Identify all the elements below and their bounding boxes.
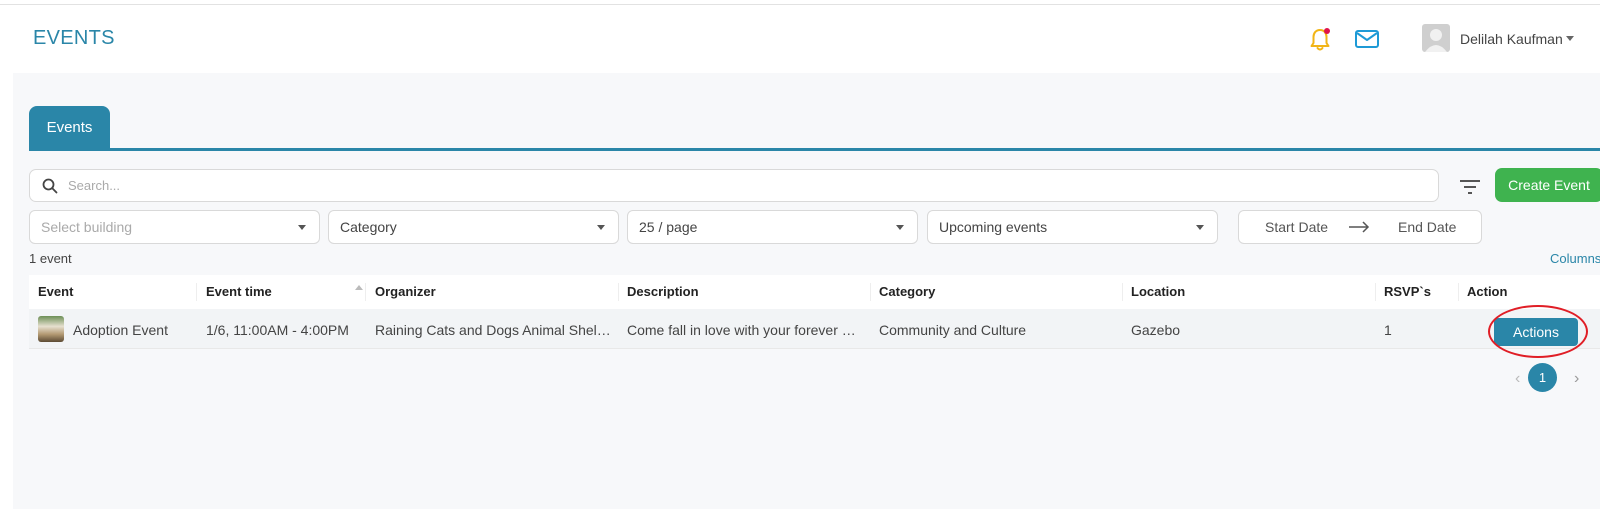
table-header: Event Event time Organizer Description C…: [29, 275, 1600, 309]
building-select[interactable]: Select building: [29, 210, 320, 244]
column-header-action: Action: [1467, 284, 1508, 299]
column-divider: [1458, 283, 1459, 301]
page-size-select-value: 25 / page: [639, 219, 698, 235]
category-select-value: Category: [340, 219, 397, 235]
chevron-down-icon[interactable]: [1566, 36, 1574, 41]
chevron-down-icon: [298, 225, 306, 230]
tab-events[interactable]: Events: [29, 106, 110, 149]
end-date-input[interactable]: End Date: [1398, 219, 1456, 235]
date-range-picker[interactable]: Start Date End Date: [1238, 210, 1482, 244]
chevron-down-icon: [597, 225, 605, 230]
search-box[interactable]: [29, 169, 1439, 202]
tab-underline: [29, 148, 1600, 151]
event-rsvp-count: 1: [1384, 322, 1392, 338]
chevron-down-icon: [896, 225, 904, 230]
pagination-next-icon[interactable]: ›: [1574, 370, 1579, 388]
page-size-select[interactable]: 25 / page: [627, 210, 918, 244]
event-category: Community and Culture: [879, 322, 1027, 338]
event-thumbnail: [38, 316, 64, 342]
user-avatar[interactable]: [1422, 24, 1450, 52]
create-event-button[interactable]: Create Event: [1495, 168, 1600, 202]
time-range-select[interactable]: Upcoming events: [927, 210, 1218, 244]
column-header-description[interactable]: Description: [627, 284, 699, 299]
search-icon: [42, 178, 58, 194]
time-range-select-value: Upcoming events: [939, 219, 1048, 235]
event-time: 1/6, 11:00AM - 4:00PM: [206, 322, 349, 338]
column-header-category[interactable]: Category: [879, 284, 935, 299]
column-header-event-time[interactable]: Event time: [206, 284, 272, 299]
column-divider: [365, 283, 366, 301]
pagination-page-1[interactable]: 1: [1528, 363, 1557, 392]
column-header-location[interactable]: Location: [1131, 284, 1185, 299]
filter-icon[interactable]: [1458, 178, 1482, 196]
column-header-rsvps[interactable]: RSVP`s: [1384, 284, 1431, 299]
event-location: Gazebo: [1131, 322, 1181, 338]
chevron-down-icon: [1196, 225, 1204, 230]
column-divider: [1122, 283, 1123, 301]
column-header-organizer[interactable]: Organizer: [375, 284, 436, 299]
table-row[interactable]: Adoption Event 1/6, 11:00AM - 4:00PM Rai…: [29, 309, 1600, 349]
column-divider: [196, 283, 197, 301]
arrow-right-icon: [1349, 221, 1370, 233]
column-header-event[interactable]: Event: [38, 284, 73, 299]
column-divider: [870, 283, 871, 301]
user-silhouette-icon: [1425, 29, 1447, 52]
category-select[interactable]: Category: [328, 210, 619, 244]
sort-ascending-icon[interactable]: [355, 285, 363, 290]
event-description: Come fall in love with your forever best…: [627, 322, 863, 338]
event-count: 1 event: [29, 251, 72, 266]
event-organizer: Raining Cats and Dogs Animal Shelter: [375, 322, 613, 338]
column-divider: [618, 283, 619, 301]
notification-bell-icon[interactable]: [1308, 27, 1332, 53]
columns-link[interactable]: Columns: [1550, 251, 1600, 266]
event-name[interactable]: Adoption Event: [73, 322, 195, 338]
search-input[interactable]: [68, 175, 1418, 196]
actions-button[interactable]: Actions: [1494, 318, 1578, 346]
pagination-prev-icon[interactable]: ‹: [1515, 370, 1520, 388]
column-divider: [1375, 283, 1376, 301]
building-select-placeholder: Select building: [41, 219, 133, 235]
start-date-input[interactable]: Start Date: [1265, 219, 1328, 235]
main-content: Events Create Event Select building Cate…: [13, 73, 1600, 509]
app-header: EVENTS Delilah Kaufman: [0, 5, 1600, 73]
user-name[interactable]: Delilah Kaufman: [1460, 31, 1563, 47]
mail-icon[interactable]: [1354, 28, 1380, 50]
page-title: EVENTS: [33, 27, 115, 49]
